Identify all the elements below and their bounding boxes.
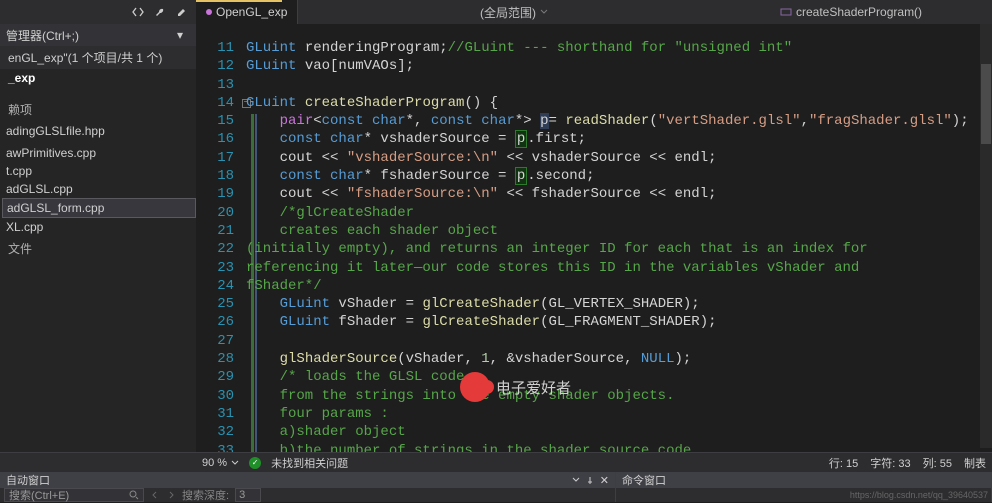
file-list: adingGLSLfile.hppawPrimitives.cppt.cppad… bbox=[0, 122, 196, 236]
method-icon bbox=[780, 6, 792, 18]
tab-label: OpenGL_exp bbox=[216, 5, 287, 19]
code-content[interactable]: GLuint renderingProgram;//GLuint --- sho… bbox=[246, 39, 992, 452]
chevron-down-icon bbox=[231, 459, 239, 467]
editor-tabs: OpenGL_exp (全局范围) createShaderProgram() bbox=[0, 0, 992, 24]
check-icon: ✓ bbox=[249, 457, 261, 469]
cursor-char: 字符: 33 bbox=[870, 455, 910, 471]
chevron-down-icon[interactable] bbox=[572, 476, 580, 484]
side-header: 管理器(Ctrl+;) ▾ bbox=[0, 24, 196, 46]
scrollbar-vertical[interactable] bbox=[980, 24, 992, 448]
code-editor[interactable]: 1112131415161718192021222324252627282930… bbox=[196, 24, 992, 452]
arrow-left-icon[interactable] bbox=[150, 490, 160, 500]
bottom-panels: 自动窗口 ✕ 搜索(Ctrl+E) 搜索深度: 3 命令窗口 bbox=[0, 472, 992, 502]
file-item[interactable]: awPrimitives.cpp bbox=[2, 144, 196, 162]
wrench-icon[interactable] bbox=[150, 2, 170, 22]
solution-explorer: 管理器(Ctrl+;) ▾ enGL_exp"(1 个项目/共 1 个) _ex… bbox=[0, 24, 196, 452]
editor-status: 90 % ✓ 未找到相关问题 行: 15 字符: 33 列: 55 制表 bbox=[0, 452, 992, 472]
references-section[interactable]: 赖项 bbox=[0, 97, 196, 122]
zoom-control[interactable]: 90 % bbox=[202, 457, 239, 469]
file-item[interactable]: adGLSL_form.cpp bbox=[2, 198, 196, 218]
issues-text: 未找到相关问题 bbox=[271, 455, 348, 471]
files-section[interactable]: 文件 bbox=[0, 236, 196, 261]
hammer-icon[interactable] bbox=[172, 2, 192, 22]
pin-icon[interactable] bbox=[586, 476, 594, 484]
member-dropdown[interactable]: createShaderProgram() bbox=[780, 5, 922, 19]
close-icon[interactable]: ✕ bbox=[600, 474, 609, 487]
code-icon[interactable] bbox=[128, 2, 148, 22]
tab-mode: 制表 bbox=[964, 455, 986, 471]
file-type-icon bbox=[206, 9, 212, 15]
dropdown-icon[interactable]: ▾ bbox=[170, 25, 190, 45]
line-gutter: 1112131415161718192021222324252627282930… bbox=[196, 39, 240, 452]
arrow-right-icon[interactable] bbox=[166, 490, 176, 500]
project-count: enGL_exp"(1 个项目/共 1 个) bbox=[0, 46, 196, 69]
scrollbar-thumb[interactable] bbox=[981, 64, 991, 144]
footer-url: https://blog.csdn.net/qq_39640537 bbox=[850, 490, 992, 500]
depth-label: 搜索深度: bbox=[182, 487, 229, 503]
tab-file[interactable]: OpenGL_exp bbox=[196, 0, 298, 24]
autos-panel-title: 自动窗口 ✕ bbox=[0, 472, 615, 488]
project-node[interactable]: _exp bbox=[0, 69, 196, 87]
file-item[interactable]: t.cpp bbox=[2, 162, 196, 180]
cursor-col: 列: 55 bbox=[923, 455, 952, 471]
scope-dropdown[interactable]: (全局范围) bbox=[480, 4, 548, 21]
file-item[interactable]: adingGLSLfile.hpp bbox=[2, 122, 196, 140]
cursor-line: 行: 15 bbox=[829, 455, 858, 471]
file-item[interactable]: XL.cpp bbox=[2, 218, 196, 236]
command-panel-title: 命令窗口 bbox=[616, 472, 991, 488]
search-icon bbox=[129, 490, 139, 500]
file-item[interactable]: adGLSL.cpp bbox=[2, 180, 196, 198]
